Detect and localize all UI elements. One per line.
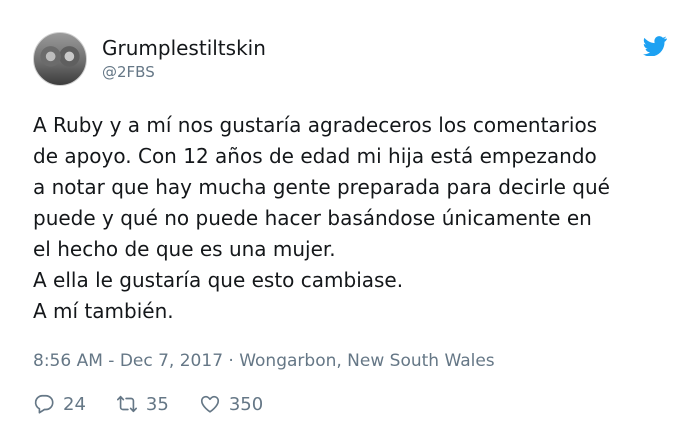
tweet-line: el hecho de que es una mujer. [33,237,336,261]
reply-icon [34,394,54,414]
retweet-button[interactable]: 35 [116,393,169,415]
retweet-count: 35 [145,393,169,415]
retweet-icon [116,395,137,413]
timestamp-location[interactable]: 8:56 AM - Dec 7, 2017 · Wongarbon, New S… [33,351,495,371]
like-button[interactable]: 350 [199,393,263,415]
tweet-line: A Ruby y a mí nos gustaría agradeceros l… [33,113,598,137]
author-handle[interactable]: @2FBS [102,63,155,81]
tweet-card: Grumplestiltskin @2FBS A Ruby y a mí nos… [0,0,700,446]
reply-button[interactable]: 24 [33,393,86,415]
tweet-line: de apoyo. Con 12 años de edad mi hija es… [33,144,597,168]
action-bar: 24 35 350 [33,391,293,417]
tweet-line: a notar que hay mucha gente preparada pa… [33,175,610,199]
twitter-bird-icon[interactable] [643,36,667,56]
like-count: 350 [228,393,264,415]
author-name[interactable]: Grumplestiltskin [102,36,266,60]
reply-count: 24 [63,393,86,415]
tweet-text: A Ruby y a mí nos gustaría agradeceros l… [33,110,683,327]
tweet-line: A mí también. [33,299,174,323]
tweet-line: puede y qué no puede hacer basándose úni… [33,206,592,230]
heart-icon [200,395,219,413]
avatar[interactable] [33,32,87,86]
tweet-line: A ella le gustaría que esto cambiase. [33,268,404,292]
